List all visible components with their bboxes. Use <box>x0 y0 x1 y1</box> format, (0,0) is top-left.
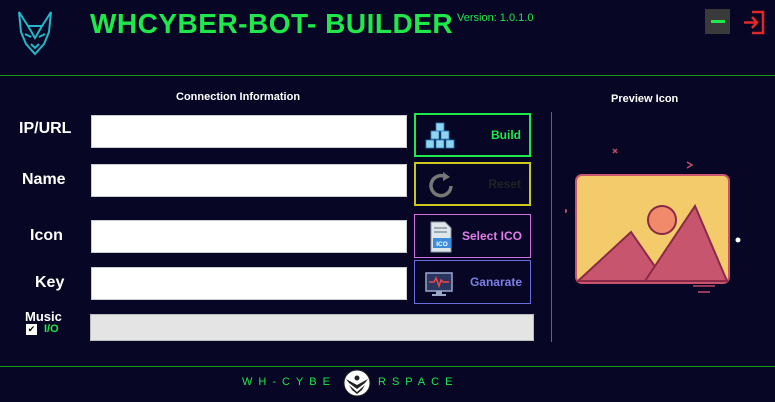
generate-button[interactable]: Ganarate <box>414 260 531 304</box>
generate-button-label: Ganarate <box>469 275 522 289</box>
build-progress-bar <box>90 314 534 341</box>
build-button[interactable]: Build <box>414 113 531 157</box>
music-label: Music <box>25 309 62 324</box>
footer-divider <box>0 366 775 367</box>
select-ico-button[interactable]: ICO Select ICO <box>414 214 531 258</box>
connection-section-title: Connection Information <box>176 91 301 103</box>
wolf-head-icon <box>16 10 54 58</box>
ip-url-input[interactable] <box>91 115 407 148</box>
eagle-emblem-icon <box>343 369 371 397</box>
reset-button-label: Reset <box>488 177 521 191</box>
close-button[interactable] <box>741 9 768 36</box>
blocks-icon <box>425 122 455 149</box>
name-label: Name <box>22 171 66 188</box>
build-button-label: Build <box>491 128 521 142</box>
key-label: Key <box>35 274 65 291</box>
app-title: WHCYBER-BOT- BUILDER <box>90 8 454 39</box>
footer-text-right: RSPACE <box>378 376 459 388</box>
column-divider <box>551 112 552 342</box>
exit-door-icon <box>744 10 765 35</box>
icon-path-input[interactable] <box>91 220 407 253</box>
select-ico-button-label: Select ICO <box>461 229 522 243</box>
ico-file-icon: ICO <box>430 221 452 253</box>
image-placeholder-icon <box>563 140 745 300</box>
footer-text-left: WH-CYBE <box>242 376 336 388</box>
icon-label: Icon <box>30 227 63 244</box>
minimize-button[interactable] <box>705 9 730 34</box>
music-checkbox[interactable]: ✔ <box>26 324 37 335</box>
preview-section-title: Preview Icon <box>611 93 679 105</box>
refresh-icon <box>429 172 453 198</box>
header-divider <box>0 75 775 76</box>
minimize-icon <box>710 20 725 23</box>
reset-button[interactable]: Reset <box>414 162 531 206</box>
key-input[interactable] <box>91 267 407 300</box>
name-input[interactable] <box>91 164 407 197</box>
ip-url-label: IP/URL <box>19 120 72 137</box>
music-toggle-label: I/O <box>44 323 59 335</box>
monitor-pulse-icon <box>425 272 453 296</box>
version-label: Version: 1.0.1.0 <box>457 12 534 24</box>
svg-text:ICO: ICO <box>436 241 448 248</box>
